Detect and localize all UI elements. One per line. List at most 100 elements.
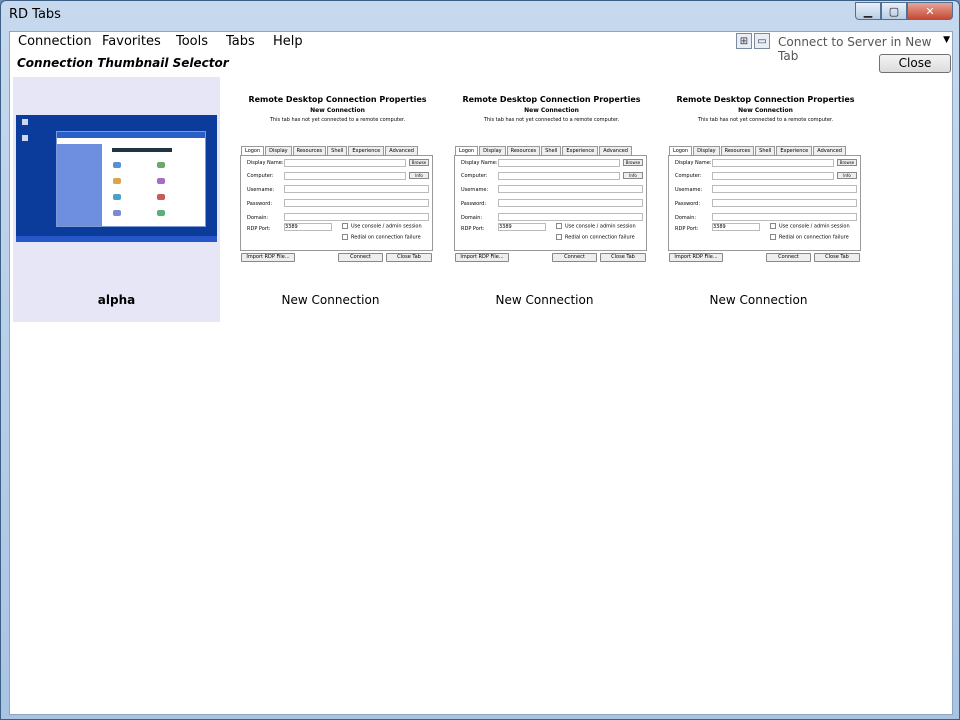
rdp-field — [498, 172, 620, 180]
rdp-tab: Shell — [327, 146, 348, 155]
desktop-icon — [22, 119, 28, 125]
rdp-field — [712, 185, 857, 193]
rdp-check: Redial on connection failure — [342, 234, 421, 241]
rdp-subtitle: New Connection — [310, 107, 365, 114]
rdp-label: Username: — [461, 187, 489, 193]
rdp-label: Display Name: — [675, 160, 712, 166]
rdp-label: Computer: — [461, 173, 488, 179]
rdp-field — [498, 213, 643, 221]
menu-tabs[interactable]: Tabs — [226, 34, 255, 49]
thumbnail-label: New Connection — [495, 293, 594, 307]
control-panel-icon — [113, 178, 121, 184]
rdp-label: Domain: — [247, 215, 269, 221]
rdp-check: Use console / admin session — [342, 223, 422, 230]
thumbnail-view-icon[interactable]: ⊞ — [736, 33, 752, 49]
app-window: RD Tabs ▁ ▢ ✕ Connection Favorites Tools… — [0, 0, 960, 720]
thumbnail-alpha[interactable]: alpha — [13, 77, 220, 322]
rdp-tabs: Logon Display Resources Shell Experience… — [241, 146, 419, 155]
rdp-check-label: Use console / admin session — [351, 223, 422, 230]
close-selector-button[interactable]: Close — [879, 54, 951, 73]
thumbnail-label: alpha — [97, 293, 136, 307]
thumbnail-new-connection[interactable]: Remote Desktop Connection Properties New… — [441, 77, 648, 322]
control-panel-icon — [157, 162, 165, 168]
close-window-button[interactable]: ✕ — [907, 2, 953, 20]
rdp-tab: Shell — [541, 146, 562, 155]
rdp-field — [284, 199, 429, 207]
control-panel-icon — [157, 194, 165, 200]
rdp-info-button: Info — [409, 172, 429, 179]
maximize-button[interactable]: ▢ — [881, 2, 907, 20]
rdp-tab: Resources — [506, 146, 541, 155]
rdp-import-button: Import RDP File... — [241, 253, 295, 262]
rdp-import-button: Import RDP File... — [669, 253, 723, 262]
rdp-field — [712, 213, 857, 221]
rdp-browse-button: Browse — [837, 159, 857, 166]
control-panel-icon — [113, 162, 121, 168]
rdp-properties-preview: Remote Desktop Connection Properties New… — [454, 95, 649, 265]
control-panel-icon — [157, 178, 165, 184]
selector-toolbar: Connection Thumbnail Selector Close — [10, 53, 952, 75]
rdp-field — [498, 199, 643, 207]
window-title: RD Tabs — [9, 7, 61, 22]
rdp-label: Domain: — [675, 215, 697, 221]
rdp-field — [498, 159, 620, 167]
rdp-field — [712, 172, 834, 180]
rdp-import-button: Import RDP File... — [455, 253, 509, 262]
menu-tools[interactable]: Tools — [176, 34, 208, 49]
rdp-tab: Advanced — [813, 146, 846, 155]
minimize-button[interactable]: ▁ — [855, 2, 881, 20]
control-panel-icon — [113, 194, 121, 200]
control-panel-icon — [113, 210, 121, 216]
rdp-tab: Advanced — [599, 146, 632, 155]
server-combo[interactable]: Connect to Server in New Tab ▼ — [774, 33, 952, 63]
menu-help[interactable]: Help — [273, 34, 303, 49]
rdp-label: Computer: — [675, 173, 702, 179]
rdp-close-tab-button: Close Tab — [814, 253, 860, 262]
rdp-close-tab-button: Close Tab — [386, 253, 432, 262]
rdp-label: Computer: — [247, 173, 274, 179]
rdp-body: Display Name: Browse Computer: Info User… — [454, 155, 647, 251]
thumbnail-label: New Connection — [281, 293, 380, 307]
rdp-check: Redial on connection failure — [556, 234, 635, 241]
rdp-field — [284, 185, 429, 193]
rdp-label: Display Name: — [247, 160, 284, 166]
minimize-icon: ▁ — [863, 4, 873, 18]
rdp-label: Display Name: — [461, 160, 498, 166]
title-bar[interactable]: RD Tabs ▁ ▢ ✕ — [1, 1, 959, 29]
dropdown-arrow-icon[interactable]: ▼ — [943, 35, 950, 45]
maximize-icon: ▢ — [888, 4, 900, 18]
rdp-check-label: Redial on connection failure — [565, 234, 635, 241]
single-view-icon[interactable]: ▭ — [754, 33, 770, 49]
menu-connection[interactable]: Connection — [18, 34, 92, 49]
rdp-check-label: Use console / admin session — [565, 223, 636, 230]
desktop-icon — [22, 135, 28, 141]
rdp-tab: Resources — [292, 146, 327, 155]
rdp-field — [498, 185, 643, 193]
window-controls: ▁ ▢ ✕ — [855, 2, 953, 20]
thumbnail-new-connection[interactable]: Remote Desktop Connection Properties New… — [227, 77, 434, 322]
rdp-note: This tab has not yet connected to a remo… — [697, 117, 834, 123]
rdp-tab: Experience — [562, 146, 599, 155]
rdp-label: Domain: — [461, 215, 483, 221]
thumbnail-new-connection[interactable]: Remote Desktop Connection Properties New… — [655, 77, 862, 322]
thumbnail-label: New Connection — [709, 293, 808, 307]
rdp-body: Display Name: Browse Computer: Info User… — [240, 155, 433, 251]
rdp-port-field: 3389 — [284, 223, 332, 231]
rdp-label: RDP Port: — [461, 226, 485, 232]
explorer-window-preview — [56, 131, 206, 227]
menu-favorites[interactable]: Favorites — [102, 34, 161, 49]
rdp-connect-button: Connect — [552, 253, 597, 262]
taskbar-preview — [16, 236, 217, 242]
rdp-field — [284, 159, 406, 167]
rdp-info-button: Info — [623, 172, 643, 179]
rdp-tab: Resources — [720, 146, 755, 155]
rdp-tab: Logon — [455, 146, 479, 155]
rdp-subtitle: New Connection — [738, 107, 793, 114]
rdp-subtitle: New Connection — [524, 107, 579, 114]
rdp-tab: Display — [265, 146, 292, 155]
rdp-browse-button: Browse — [623, 159, 643, 166]
client-area: Connection Favorites Tools Tabs Help ⊞ ▭… — [9, 31, 953, 715]
rdp-label: Password: — [247, 201, 273, 207]
desktop-preview — [16, 115, 217, 242]
rdp-tab: Experience — [348, 146, 385, 155]
